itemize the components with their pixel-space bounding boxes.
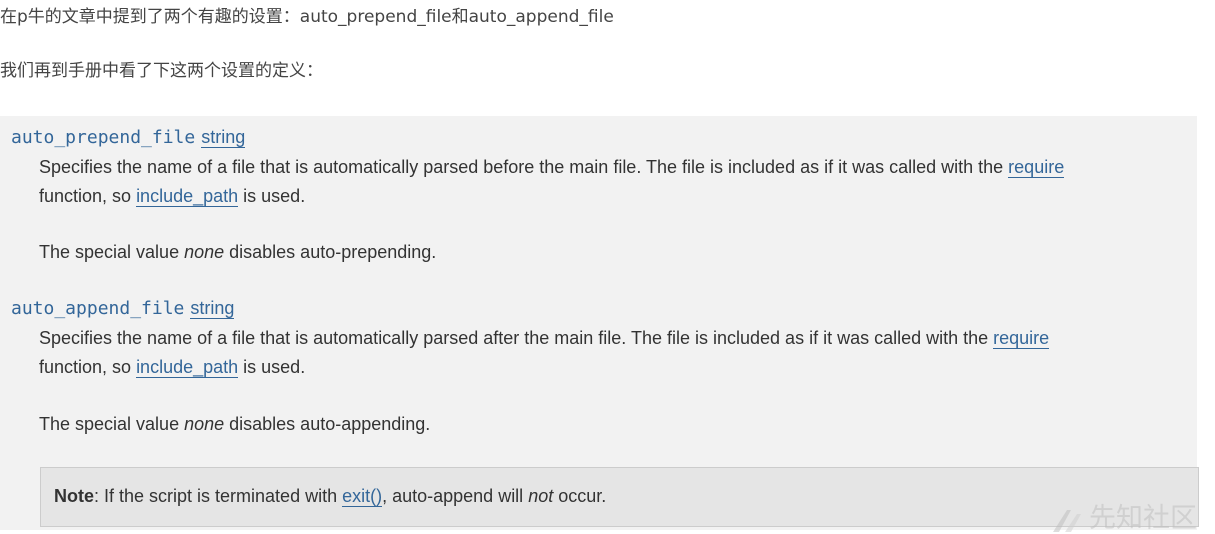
description-text: function, so <box>39 186 137 206</box>
include-path-link[interactable]: include_path <box>136 186 239 207</box>
description-auto-append-file: Specifies the name of a file that is aut… <box>39 324 1050 382</box>
description-text: is used. <box>238 357 306 377</box>
special-value-auto-append-file: The special value none disables auto-app… <box>39 410 430 439</box>
special-text: The special value <box>39 414 185 434</box>
special-value: none <box>184 242 225 262</box>
manual-excerpt: auto_prepend_file string Specifies the na… <box>0 116 1199 530</box>
special-text: disables auto-prepending. <box>224 242 437 262</box>
exit-link[interactable]: exit() <box>342 486 383 507</box>
directive-name: auto_append_file <box>11 298 185 319</box>
note-text-part: : If the script is terminated with <box>94 486 343 506</box>
intro-line-2: 我们再到手册中看了下这两个设置的定义： <box>0 61 323 81</box>
note-text: Note: If the script is terminated with e… <box>54 482 606 510</box>
description-text: is used. <box>238 186 306 206</box>
note-emphasis: not <box>528 486 554 506</box>
note-box: Note: If the script is terminated with e… <box>40 467 1199 527</box>
description-text: function, so <box>39 357 137 377</box>
special-value: none <box>184 414 225 434</box>
description-auto-prepend-file: Specifies the name of a file that is aut… <box>39 153 1065 211</box>
term-auto-prepend-file: auto_prepend_file string <box>11 127 246 148</box>
directive-name: auto_prepend_file <box>11 127 196 148</box>
special-value-auto-prepend-file: The special value none disables auto-pre… <box>39 238 436 267</box>
include-path-link[interactable]: include_path <box>136 357 239 378</box>
note-text-part: , auto-append will <box>382 486 529 506</box>
type-link-string[interactable]: string <box>190 298 235 319</box>
special-text: The special value <box>39 242 185 262</box>
require-link[interactable]: require <box>993 328 1050 349</box>
description-text: Specifies the name of a file that is aut… <box>39 157 1009 177</box>
type-link-string[interactable]: string <box>201 127 246 148</box>
require-link[interactable]: require <box>1008 157 1065 178</box>
note-text-part: occur. <box>553 486 607 506</box>
special-text: disables auto-appending. <box>224 414 431 434</box>
description-text: Specifies the name of a file that is aut… <box>39 328 994 348</box>
term-auto-append-file: auto_append_file string <box>11 298 235 319</box>
intro-line-1: 在p牛的文章中提到了两个有趣的设置：auto_prepend_file和auto… <box>0 7 614 27</box>
note-label: Note <box>54 486 94 506</box>
